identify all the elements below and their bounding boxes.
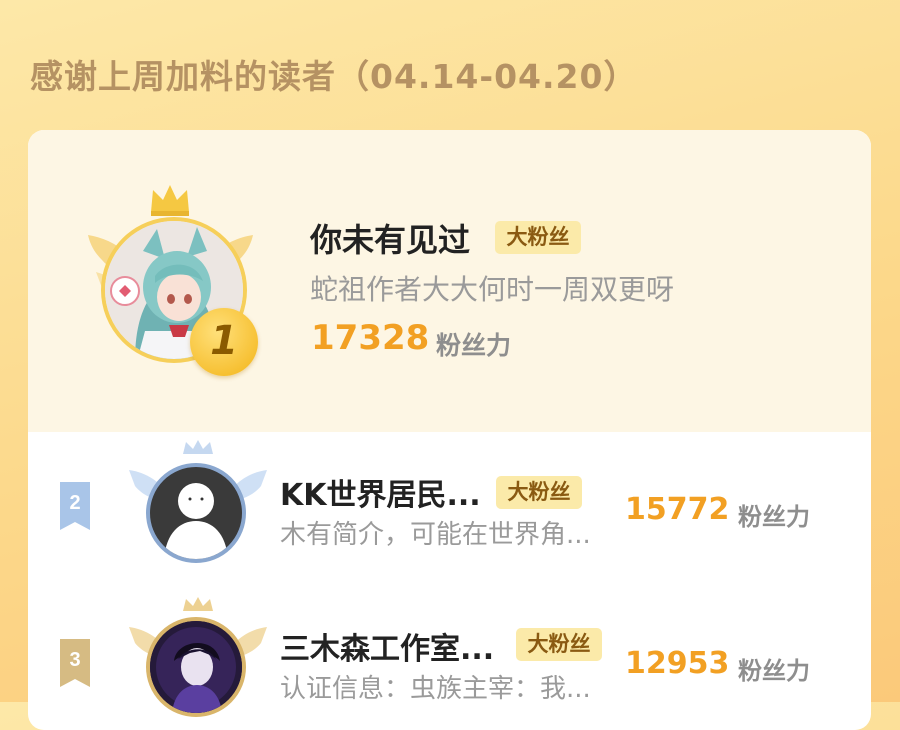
fan-badge: 大粉丝 — [496, 476, 582, 509]
fan-name[interactable]: KK世界居民... — [280, 470, 481, 514]
fan-power-score: 15772 — [625, 492, 730, 527]
crown-icon — [151, 185, 189, 216]
fan-badge: 大粉丝 — [495, 221, 581, 254]
fan-power-label: 粉丝力 — [738, 503, 810, 531]
page-title: 感谢上周加料的读者（04.14-04.20） — [30, 57, 638, 96]
default-user-icon — [164, 483, 228, 559]
fan-description: 蛇祖作者大大何时一周双更呀 — [310, 273, 675, 306]
fan-power-score: 12953 — [625, 646, 730, 681]
rank-1-medal: 1 — [190, 308, 258, 376]
rank-2-flag-icon: 2 — [60, 482, 90, 530]
avatar[interactable] — [146, 463, 246, 563]
rank-3-flag-icon: 3 — [60, 639, 90, 687]
fan-name[interactable]: 你未有见过 — [310, 215, 470, 261]
fan-badge: 大粉丝 — [516, 628, 602, 661]
avatar[interactable] — [146, 617, 246, 717]
svg-text:2: 2 — [69, 492, 80, 514]
fan-description: 认证信息：虫族主宰：我... — [280, 674, 591, 704]
fan-ranking-card: 1 你未有见过 大粉丝 蛇祖作者大大何时一周双更呀 17328 粉丝力 2 KK… — [28, 130, 871, 730]
fan-power-score: 17328 — [311, 318, 430, 358]
dark-character-avatar-icon — [150, 621, 242, 713]
fan-power-label: 粉丝力 — [738, 657, 810, 685]
fan-power-label: 粉丝力 — [436, 331, 512, 360]
fan-name[interactable]: 三木森工作室... — [280, 624, 494, 668]
svg-text:3: 3 — [69, 649, 80, 671]
fan-description: 木有简介，可能在世界角... — [280, 520, 591, 550]
